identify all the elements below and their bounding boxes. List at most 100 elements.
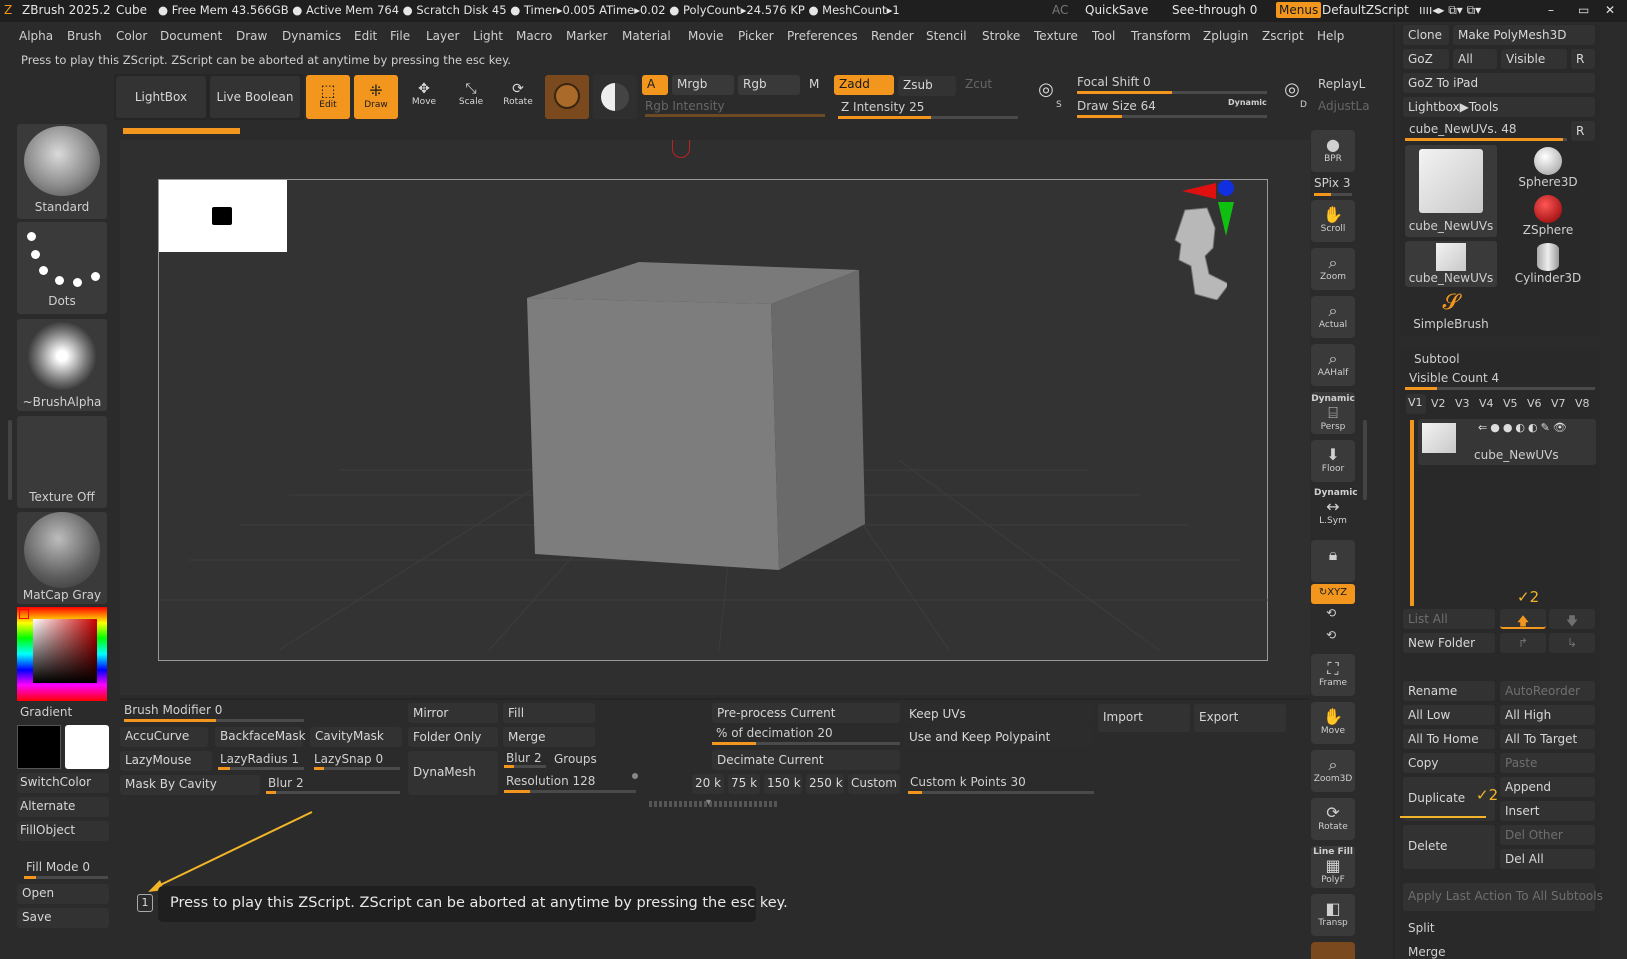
copy-button[interactable]: Copy: [1403, 753, 1495, 773]
rotate-view-button[interactable]: ⟳ Rotate: [1311, 798, 1355, 840]
fill-object-button[interactable]: FillObject: [17, 821, 109, 841]
all-high-button[interactable]: All High: [1500, 705, 1595, 725]
lsym-button[interactable]: ↔ L.Sym: [1311, 498, 1355, 540]
tool-item-zsphere[interactable]: ZSphere: [1501, 193, 1595, 239]
menu-texture[interactable]: Texture: [1034, 29, 1078, 43]
clone-button[interactable]: Clone: [1403, 25, 1449, 45]
xyz-button[interactable]: ↻XYZ: [1311, 584, 1355, 604]
close-icon[interactable]: ✕: [1605, 3, 1615, 17]
cavity-mask-button[interactable]: CavityMask: [310, 727, 402, 747]
open-button[interactable]: Open: [17, 884, 109, 904]
all-to-home-button[interactable]: All To Home: [1403, 729, 1495, 749]
preprocess-current-button[interactable]: Pre-process Current: [712, 703, 900, 723]
secondary-color-swatch[interactable]: [17, 725, 61, 769]
spix-slider[interactable]: SPix 3: [1314, 176, 1351, 190]
head-orientation-icon[interactable]: [1171, 204, 1230, 301]
material-thumbnail[interactable]: MatCap Gray: [17, 512, 107, 604]
lightbox-tools-button[interactable]: Lightbox▶Tools: [1403, 97, 1595, 117]
zadd-toggle[interactable]: Zadd: [834, 75, 894, 95]
tool-item-cube-2[interactable]: cube_NewUVs: [1405, 241, 1497, 287]
menu-picker[interactable]: Picker: [738, 29, 774, 43]
all-to-target-button[interactable]: All To Target: [1500, 729, 1595, 749]
z-intensity-slider[interactable]: Z Intensity 25: [841, 100, 924, 114]
ac-label[interactable]: AC: [1052, 3, 1068, 17]
edit-button[interactable]: ⬚ Edit: [306, 75, 350, 119]
visible-count-track[interactable]: [1405, 387, 1595, 390]
accucurve-button[interactable]: AccuCurve: [120, 727, 208, 747]
menu-light[interactable]: Light: [473, 29, 503, 43]
dynamic-label[interactable]: Dynamic: [1228, 98, 1267, 107]
left-tray-handle[interactable]: [8, 420, 12, 500]
minimize-icon[interactable]: –: [1548, 3, 1554, 17]
ghost-button[interactable]: [1311, 942, 1355, 959]
stroke-thumbnail[interactable]: Dots: [17, 222, 107, 314]
main-color-swatch[interactable]: [65, 725, 109, 769]
replay-last-button[interactable]: ReplayL: [1318, 77, 1365, 91]
menu-zplugin[interactable]: Zplugin: [1203, 29, 1248, 43]
document-frame[interactable]: [158, 179, 1269, 661]
goz-to-ipad-button[interactable]: GoZ To iPad: [1403, 73, 1595, 93]
del-all-button[interactable]: Del All: [1500, 849, 1595, 869]
tool-item-cube[interactable]: cube_NewUVs: [1405, 145, 1497, 237]
alpha-thumbnail[interactable]: ~BrushAlpha: [17, 319, 107, 411]
subtool-title[interactable]: Subtool: [1414, 352, 1460, 366]
spix-track[interactable]: [1314, 193, 1352, 196]
menu-tool[interactable]: Tool: [1092, 29, 1115, 43]
v6-button[interactable]: V6: [1527, 397, 1542, 410]
texture-thumbnail[interactable]: Texture Off: [17, 416, 107, 508]
menu-file[interactable]: File: [390, 29, 410, 43]
visible-count-slider[interactable]: Visible Count 4: [1409, 371, 1499, 385]
rgb-intensity-slider[interactable]: [645, 114, 825, 117]
blur-track[interactable]: [266, 791, 400, 794]
goz-all-button[interactable]: All: [1453, 49, 1497, 69]
v5-button[interactable]: V5: [1503, 397, 1518, 410]
tray-resize-handle[interactable]: [649, 801, 777, 807]
blur-slider[interactable]: Blur 2: [268, 776, 304, 790]
rotate-z-icon[interactable]: ⟲: [1326, 628, 1336, 642]
resolution-track[interactable]: [504, 790, 636, 793]
fill-mode-slider[interactable]: Fill Mode 0: [26, 860, 90, 874]
append-button[interactable]: Append: [1500, 777, 1595, 797]
gradient-label[interactable]: Gradient: [20, 705, 72, 719]
tool-item-simplebrush[interactable]: 𝓢 SimpleBrush: [1405, 289, 1497, 335]
alternate-button[interactable]: Alternate: [17, 797, 109, 817]
zsub-toggle[interactable]: Zsub: [898, 76, 956, 96]
menu-transform[interactable]: Transform: [1131, 29, 1191, 43]
a-toggle[interactable]: A: [642, 75, 668, 95]
lock-button[interactable]: 🔒︎: [1311, 540, 1355, 582]
brush-modifier-track[interactable]: [124, 719, 304, 722]
menu-help[interactable]: Help: [1317, 29, 1344, 43]
menu-stencil[interactable]: Stencil: [926, 29, 967, 43]
see-through-slider[interactable]: See-through 0: [1172, 3, 1257, 17]
menu-zscript[interactable]: Zscript: [1262, 29, 1304, 43]
color-square[interactable]: [33, 619, 97, 683]
mrgb-toggle[interactable]: Mrgb: [672, 75, 734, 95]
v8-button[interactable]: V8: [1575, 397, 1590, 410]
all-low-button[interactable]: All Low: [1403, 705, 1495, 725]
zoom3d-button[interactable]: ⌕ Zoom3D: [1311, 750, 1355, 792]
lazy-snap-slider[interactable]: LazySnap 0: [314, 752, 383, 766]
split-section[interactable]: Split: [1408, 921, 1435, 935]
current-tool-track[interactable]: [1405, 138, 1567, 141]
move-view-button[interactable]: ✋ Move: [1311, 702, 1355, 744]
draw-button[interactable]: ⁜ Draw: [354, 75, 398, 119]
color-picker[interactable]: [17, 607, 107, 701]
import-button[interactable]: Import: [1098, 704, 1190, 732]
resolution-slider[interactable]: Resolution 128: [506, 774, 595, 788]
export-button[interactable]: Export: [1194, 704, 1286, 732]
move-up-arrow-icon[interactable]: 🡅: [1500, 609, 1546, 629]
floor-button[interactable]: ⬇ Floor: [1311, 440, 1355, 482]
custom-k-points-slider[interactable]: Custom k Points 30: [910, 775, 1026, 789]
lazymouse-button[interactable]: LazyMouse: [120, 751, 212, 771]
v7-button[interactable]: V7: [1551, 397, 1566, 410]
menu-material[interactable]: Material: [622, 29, 671, 43]
lazy-radius-slider[interactable]: LazyRadius 1: [220, 752, 299, 766]
mirror-button[interactable]: Mirror: [408, 703, 498, 723]
material-sphere-button[interactable]: [545, 75, 589, 119]
brush-thumbnail[interactable]: Standard: [17, 124, 107, 219]
aahalf-button[interactable]: ⌕ AAHalf: [1311, 344, 1355, 386]
backface-mask-button[interactable]: BackfaceMask: [215, 727, 306, 747]
make-polymesh-button[interactable]: Make PolyMesh3D: [1453, 25, 1595, 45]
rename-button[interactable]: Rename: [1403, 681, 1495, 701]
menu-edit[interactable]: Edit: [354, 29, 377, 43]
